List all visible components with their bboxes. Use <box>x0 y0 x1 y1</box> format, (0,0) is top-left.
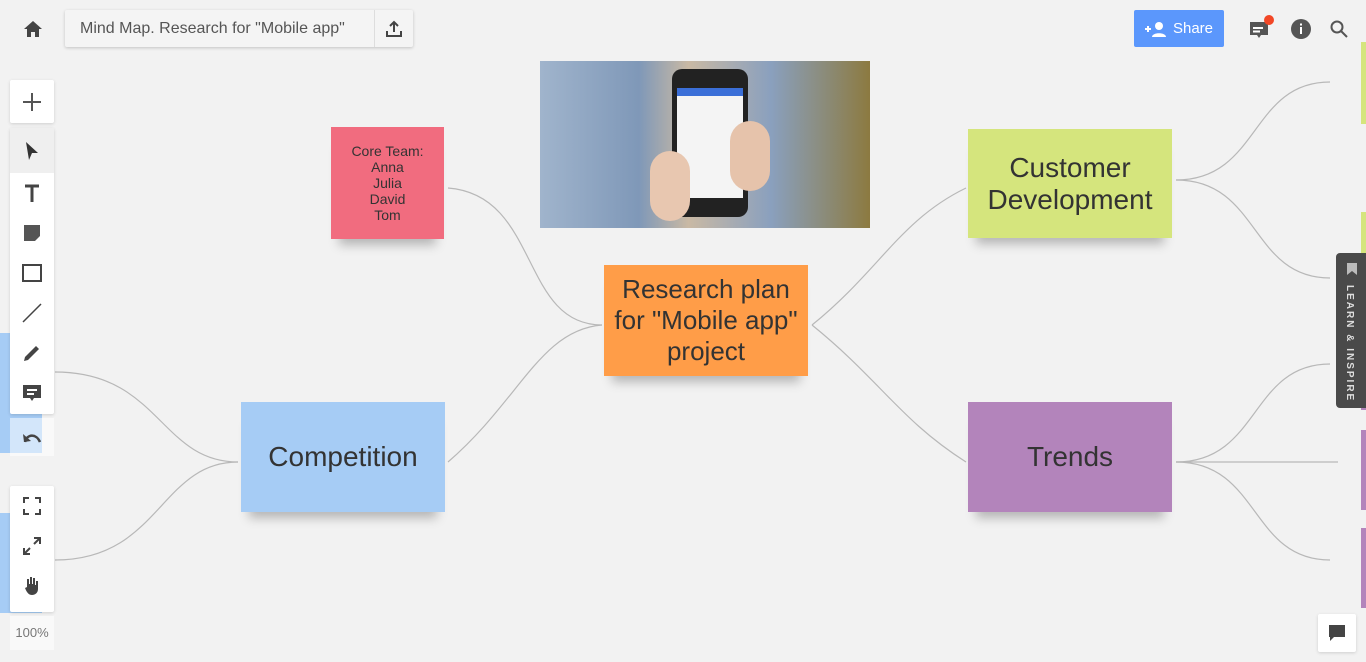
hand-tool[interactable] <box>10 566 54 606</box>
comments-button[interactable] <box>1246 15 1274 42</box>
offscreen-sticky[interactable] <box>1361 528 1366 608</box>
frame-icon <box>23 497 41 515</box>
learn-inspire-label: LEARN & INSPIRE <box>1344 285 1355 403</box>
comment-tool[interactable] <box>10 373 54 413</box>
plus-icon <box>23 92 41 111</box>
board-title[interactable]: Mind Map. Research for "Mobile app" <box>65 20 374 38</box>
learn-inspire-tab[interactable]: LEARN & INSPIRE <box>1336 253 1366 408</box>
info-icon <box>1291 19 1311 39</box>
center-topic-text: Research plan for "Mobile app" project <box>614 274 798 366</box>
sticky-competition[interactable]: Competition <box>241 402 445 512</box>
upload-icon <box>386 20 402 37</box>
offscreen-sticky[interactable] <box>1361 430 1366 510</box>
sticky-note-icon <box>24 225 40 241</box>
add-button[interactable] <box>10 80 54 123</box>
line-icon <box>22 303 42 323</box>
sticky-core-team[interactable]: Core Team: Anna Julia David Tom <box>331 127 444 239</box>
hand-icon <box>25 577 38 595</box>
undo-icon <box>23 434 42 443</box>
sticky-note-tool[interactable] <box>10 213 54 253</box>
info-button[interactable] <box>1288 16 1314 42</box>
share-button[interactable]: Share <box>1134 10 1224 47</box>
home-button[interactable] <box>18 14 48 44</box>
competition-text: Competition <box>268 441 418 472</box>
phone-photo[interactable] <box>540 61 870 228</box>
select-tool[interactable] <box>10 128 54 173</box>
line-tool[interactable] <box>10 293 54 333</box>
view-toolbar <box>10 486 54 612</box>
search-icon <box>1330 20 1348 38</box>
pencil-icon <box>24 346 39 361</box>
export-button[interactable] <box>374 10 413 47</box>
search-button[interactable] <box>1326 16 1352 42</box>
offscreen-sticky[interactable] <box>1361 42 1366 124</box>
chat-icon <box>1329 625 1345 641</box>
undo-button[interactable] <box>10 418 54 456</box>
add-user-icon <box>1144 21 1166 37</box>
sticky-customer-development[interactable]: Customer Development <box>968 129 1172 238</box>
zoom-level[interactable]: 100% <box>10 616 54 650</box>
text-icon <box>25 184 39 202</box>
text-tool[interactable] <box>10 173 54 213</box>
cursor-icon <box>26 141 38 160</box>
pen-tool[interactable] <box>10 333 54 373</box>
board-title-bar: Mind Map. Research for "Mobile app" <box>65 10 413 47</box>
add-toolbar <box>10 80 54 123</box>
share-label: Share <box>1172 20 1214 37</box>
note-line: Anna <box>371 159 404 175</box>
fullscreen-button[interactable] <box>10 526 54 566</box>
chat-button[interactable] <box>1318 614 1356 652</box>
comment-icon <box>23 385 41 401</box>
tools-toolbar <box>10 128 54 414</box>
bookmark-icon <box>1347 263 1357 275</box>
notification-dot <box>1264 15 1274 25</box>
expand-icon <box>23 537 41 555</box>
sticky-trends[interactable]: Trends <box>968 402 1172 512</box>
trends-text: Trends <box>1026 441 1114 472</box>
note-line: Core Team: <box>351 143 424 159</box>
shape-tool[interactable] <box>10 253 54 293</box>
rectangle-icon <box>22 264 42 282</box>
home-icon <box>24 21 42 37</box>
note-line: David <box>369 191 406 207</box>
customer-development-text: Customer Development <box>987 151 1153 215</box>
note-line: Julia <box>373 175 402 191</box>
sticky-center-topic[interactable]: Research plan for "Mobile app" project <box>604 265 808 376</box>
fit-screen-button[interactable] <box>10 486 54 526</box>
note-line: Tom <box>374 207 401 223</box>
